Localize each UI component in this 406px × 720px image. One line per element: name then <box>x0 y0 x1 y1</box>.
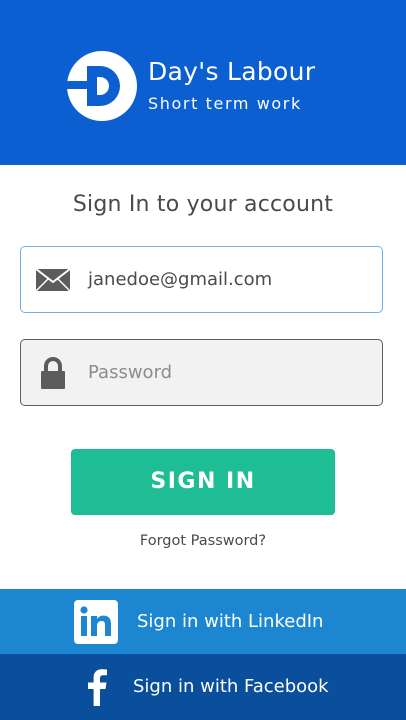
password-placeholder: Password <box>88 362 173 383</box>
lock-icon <box>35 357 71 389</box>
facebook-icon <box>86 668 108 706</box>
brand-tagline: Short term work <box>148 94 302 113</box>
sign-in-button[interactable]: SIGN IN <box>71 449 335 515</box>
envelope-icon <box>35 264 71 296</box>
linkedin-signin-button[interactable]: Sign in with LinkedIn <box>0 589 406 655</box>
forgot-password-link[interactable]: Forgot Password? <box>0 533 406 549</box>
linkedin-label: Sign in with LinkedIn <box>137 611 324 632</box>
page-title: Sign In to your account <box>72 192 334 217</box>
brand-name: Day's Labour <box>148 57 316 86</box>
email-field[interactable]: janedoe@gmail.com <box>20 246 383 313</box>
linkedin-icon <box>74 600 118 644</box>
days-labour-logo-icon <box>67 51 137 121</box>
facebook-label: Sign in with Facebook <box>133 676 329 697</box>
password-field[interactable]: Password <box>20 339 383 406</box>
email-value: janedoe@gmail.com <box>88 269 273 290</box>
app-header: Day's Labour Short term work <box>0 0 406 165</box>
facebook-signin-button[interactable]: Sign in with Facebook <box>0 654 406 720</box>
